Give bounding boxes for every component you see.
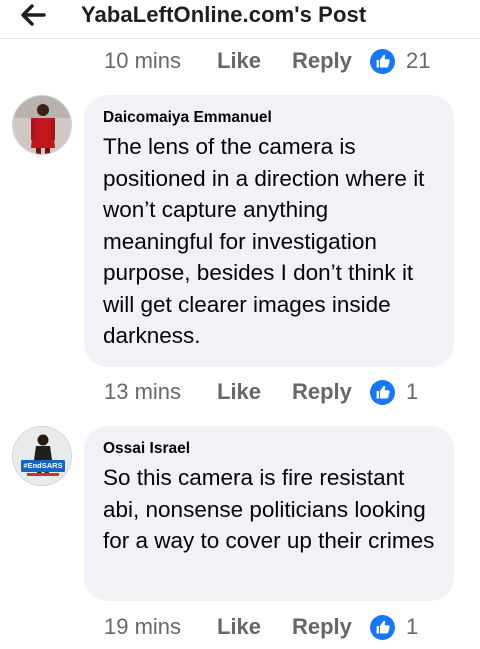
reaction-count: 1 [406, 379, 419, 404]
reply-button[interactable]: Reply [292, 379, 352, 405]
comment-text: The lens of the camera is positioned in … [103, 134, 425, 348]
comment-timestamp[interactable]: 10 mins [104, 48, 181, 74]
profile-photo [13, 96, 71, 154]
comment-actions: 13 mins Like Reply 1 [0, 379, 480, 409]
reply-button[interactable]: Reply [292, 614, 352, 640]
reaction-count: 1 [406, 614, 419, 639]
comment-bubble: Ossai Israel So this camera is fire resi… [84, 426, 454, 601]
avatar[interactable] [12, 95, 72, 155]
comment-actions: 19 mins Like Reply 1 [0, 614, 480, 644]
reaction-count: 21 [406, 48, 431, 73]
avatar[interactable]: #EndSARS [12, 426, 72, 486]
like-reaction-icon[interactable] [370, 380, 395, 405]
like-button[interactable]: Like [217, 614, 261, 640]
arrow-left-icon[interactable] [18, 2, 48, 28]
like-reaction-icon[interactable] [370, 49, 395, 74]
comment-text: So this camera is fire resistant abi, no… [103, 465, 435, 553]
comment-author[interactable]: Daicomaiya Emmanuel [103, 108, 438, 128]
like-button[interactable]: Like [217, 379, 261, 405]
top-bar: YabaLeftOnline.com's Post [0, 0, 480, 39]
page-title: YabaLeftOnline.com's Post [81, 2, 367, 27]
comment-actions: 10 mins Like Reply 21 [0, 48, 480, 78]
comment-timestamp[interactable]: 13 mins [104, 379, 181, 405]
profile-photo [13, 427, 71, 485]
avatar-badge-text: #EndSARS [23, 461, 63, 470]
reply-button[interactable]: Reply [292, 48, 352, 74]
like-reaction-icon[interactable] [370, 615, 395, 640]
comment-author[interactable]: Ossai Israel [103, 439, 438, 459]
comment-timestamp[interactable]: 19 mins [104, 614, 181, 640]
comment-bubble: Daicomaiya Emmanuel The lens of the came… [84, 95, 454, 367]
like-button[interactable]: Like [217, 48, 261, 74]
